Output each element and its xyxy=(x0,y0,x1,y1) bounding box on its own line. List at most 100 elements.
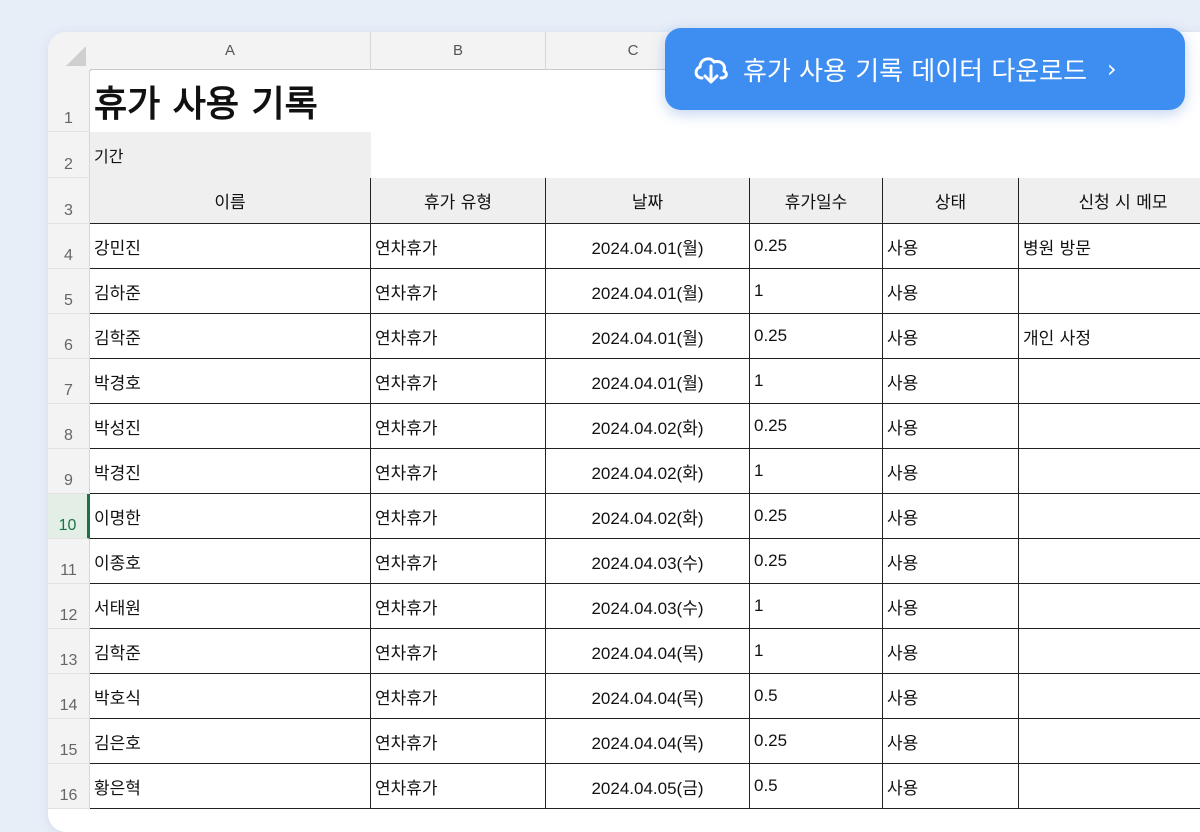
cell-days[interactable]: 0.25 xyxy=(750,719,883,764)
cell-name[interactable]: 김은호 xyxy=(90,719,371,764)
cell-leave-type[interactable]: 연차휴가 xyxy=(371,359,546,404)
cell-leave-type[interactable]: 연차휴가 xyxy=(371,314,546,359)
header-name[interactable]: 이름 xyxy=(90,178,371,224)
cell-status[interactable]: 사용 xyxy=(883,674,1019,719)
cell-memo[interactable] xyxy=(1019,359,1200,404)
cell-leave-type[interactable]: 연차휴가 xyxy=(371,719,546,764)
cell-date[interactable]: 2024.04.01(월) xyxy=(546,224,750,269)
cell-leave-type[interactable]: 연차휴가 xyxy=(371,539,546,584)
cell-memo[interactable] xyxy=(1019,629,1200,674)
download-data-button[interactable]: 휴가 사용 기록 데이터 다운로드 › xyxy=(665,28,1185,110)
cell-days[interactable]: 1 xyxy=(750,629,883,674)
cell-leave-type[interactable]: 연차휴가 xyxy=(371,764,546,809)
row-header-2[interactable]: 2 xyxy=(48,132,90,178)
cell-status[interactable]: 사용 xyxy=(883,494,1019,539)
cell-memo[interactable] xyxy=(1019,764,1200,809)
row-header-13[interactable]: 13 xyxy=(48,629,90,674)
cell-memo[interactable] xyxy=(1019,449,1200,494)
cell-date[interactable]: 2024.04.04(목) xyxy=(546,629,750,674)
cell-status[interactable]: 사용 xyxy=(883,269,1019,314)
cell-leave-type[interactable]: 연차휴가 xyxy=(371,224,546,269)
row-header-16[interactable]: 16 xyxy=(48,764,90,809)
cell-date[interactable]: 2024.04.02(화) xyxy=(546,449,750,494)
sheet-title[interactable]: 휴가 사용 기록 xyxy=(90,70,690,132)
header-days[interactable]: 휴가일수 xyxy=(750,178,883,224)
cell-status[interactable]: 사용 xyxy=(883,314,1019,359)
cell-memo[interactable] xyxy=(1019,584,1200,629)
cell-date[interactable]: 2024.04.02(화) xyxy=(546,404,750,449)
cell-leave-type[interactable]: 연차휴가 xyxy=(371,674,546,719)
cell-days[interactable]: 0.5 xyxy=(750,764,883,809)
column-header-b[interactable]: B xyxy=(371,32,546,70)
cell-name[interactable]: 박호식 xyxy=(90,674,371,719)
cell-leave-type[interactable]: 연차휴가 xyxy=(371,494,546,539)
cell-days[interactable]: 0.25 xyxy=(750,494,883,539)
cell-status[interactable]: 사용 xyxy=(883,359,1019,404)
cell-memo[interactable] xyxy=(1019,539,1200,584)
cell-memo[interactable] xyxy=(1019,719,1200,764)
cell-date[interactable]: 2024.04.03(수) xyxy=(546,584,750,629)
row-header-9[interactable]: 9 xyxy=(48,449,90,494)
select-all-corner[interactable] xyxy=(48,32,91,71)
row-header-6[interactable]: 6 xyxy=(48,314,90,359)
cell-name[interactable]: 김학준 xyxy=(90,629,371,674)
cell-leave-type[interactable]: 연차휴가 xyxy=(371,629,546,674)
cell-name[interactable]: 박성진 xyxy=(90,404,371,449)
row-header-14[interactable]: 14 xyxy=(48,674,90,719)
cell-days[interactable]: 0.5 xyxy=(750,674,883,719)
cell-days[interactable]: 1 xyxy=(750,269,883,314)
cell-name[interactable]: 이종호 xyxy=(90,539,371,584)
cell-name[interactable]: 김하준 xyxy=(90,269,371,314)
cell-memo[interactable] xyxy=(1019,404,1200,449)
cell-name[interactable]: 강민진 xyxy=(90,224,371,269)
cell-days[interactable]: 1 xyxy=(750,359,883,404)
cell-status[interactable]: 사용 xyxy=(883,539,1019,584)
cell-date[interactable]: 2024.04.02(화) xyxy=(546,494,750,539)
cell-leave-type[interactable]: 연차휴가 xyxy=(371,404,546,449)
header-leave-type[interactable]: 휴가 유형 xyxy=(371,178,546,224)
cell-memo[interactable] xyxy=(1019,269,1200,314)
cell-memo[interactable]: 개인 사정 xyxy=(1019,314,1200,359)
cell-status[interactable]: 사용 xyxy=(883,584,1019,629)
cell-status[interactable]: 사용 xyxy=(883,629,1019,674)
cell-leave-type[interactable]: 연차휴가 xyxy=(371,269,546,314)
cell-date[interactable]: 2024.04.01(월) xyxy=(546,269,750,314)
cell-status[interactable]: 사용 xyxy=(883,449,1019,494)
cell-memo[interactable] xyxy=(1019,674,1200,719)
header-memo[interactable]: 신청 시 메모 xyxy=(1019,178,1200,224)
cell-name[interactable]: 박경진 xyxy=(90,449,371,494)
row-header-5[interactable]: 5 xyxy=(48,269,90,314)
cell-days[interactable]: 1 xyxy=(750,449,883,494)
cell-name[interactable]: 김학준 xyxy=(90,314,371,359)
row-header-7[interactable]: 7 xyxy=(48,359,90,404)
row-header-3[interactable]: 3 xyxy=(48,178,90,224)
cell-memo[interactable]: 병원 방문 xyxy=(1019,224,1200,269)
cell-date[interactable]: 2024.04.05(금) xyxy=(546,764,750,809)
cell-status[interactable]: 사용 xyxy=(883,404,1019,449)
cell-date[interactable]: 2024.04.01(월) xyxy=(546,359,750,404)
period-label[interactable]: 기간 xyxy=(90,132,371,178)
cell-memo[interactable] xyxy=(1019,494,1200,539)
cell-name[interactable]: 박경호 xyxy=(90,359,371,404)
row-header-12[interactable]: 12 xyxy=(48,584,90,629)
cell-days[interactable]: 1 xyxy=(750,584,883,629)
cell-days[interactable]: 0.25 xyxy=(750,224,883,269)
cell-name[interactable]: 서태원 xyxy=(90,584,371,629)
header-status[interactable]: 상태 xyxy=(883,178,1019,224)
row-header-15[interactable]: 15 xyxy=(48,719,90,764)
cell-days[interactable]: 0.25 xyxy=(750,314,883,359)
row-header-11[interactable]: 11 xyxy=(48,539,90,584)
cell-leave-type[interactable]: 연차휴가 xyxy=(371,449,546,494)
cell-date[interactable]: 2024.04.01(월) xyxy=(546,314,750,359)
cell-leave-type[interactable]: 연차휴가 xyxy=(371,584,546,629)
cell-date[interactable]: 2024.04.04(목) xyxy=(546,674,750,719)
cell-status[interactable]: 사용 xyxy=(883,764,1019,809)
cell-name[interactable]: 이명한 xyxy=(90,494,371,539)
row-header-8[interactable]: 8 xyxy=(48,404,90,449)
row-header-1[interactable]: 1 xyxy=(48,70,90,132)
header-date[interactable]: 날짜 xyxy=(546,178,750,224)
column-header-a[interactable]: A xyxy=(90,32,371,70)
cell-days[interactable]: 0.25 xyxy=(750,539,883,584)
cell-days[interactable]: 0.25 xyxy=(750,404,883,449)
cell-status[interactable]: 사용 xyxy=(883,719,1019,764)
